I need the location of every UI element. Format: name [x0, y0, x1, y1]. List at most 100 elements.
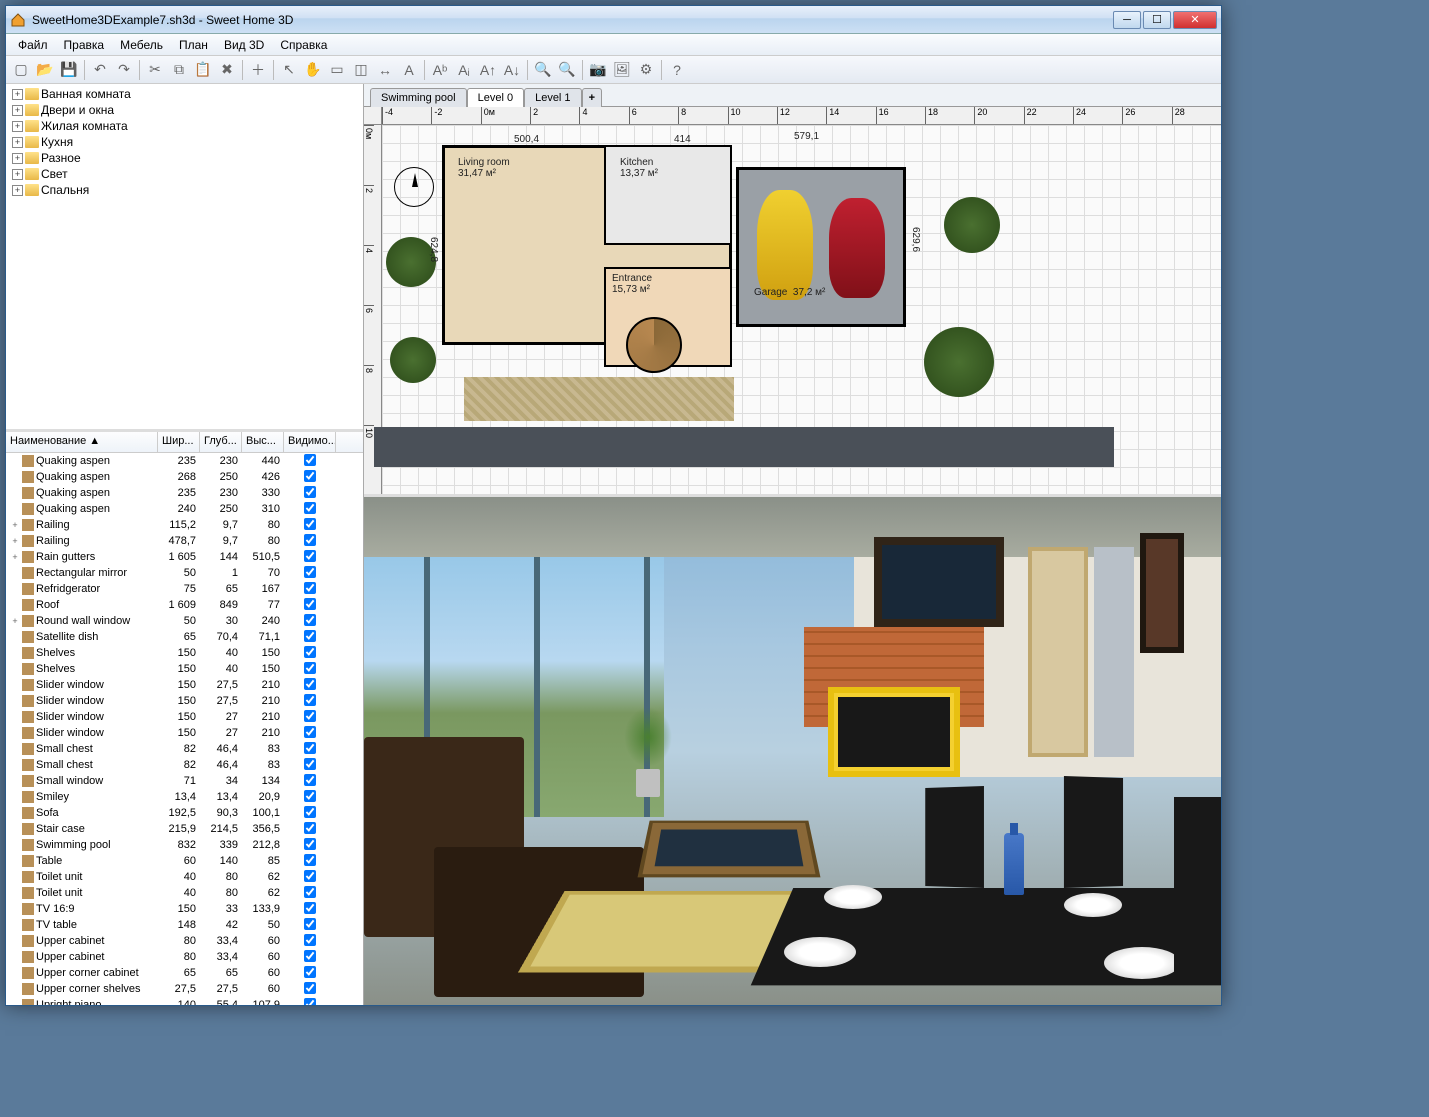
visible-checkbox[interactable] — [304, 646, 316, 658]
visible-checkbox[interactable] — [304, 950, 316, 962]
visible-checkbox[interactable] — [304, 470, 316, 482]
furniture-row[interactable]: Small window7134134 — [6, 773, 363, 789]
visible-checkbox[interactable] — [304, 726, 316, 738]
delete-button[interactable]: ✖ — [216, 59, 238, 81]
text-italic-button[interactable]: Aᵢ — [453, 59, 475, 81]
add-furniture-button[interactable]: ＋ — [247, 59, 269, 81]
plan-tab[interactable]: Swimming pool — [370, 88, 467, 107]
visible-checkbox[interactable] — [304, 614, 316, 626]
car-red[interactable] — [829, 198, 885, 298]
furniture-row[interactable]: Swimming pool832339212,8 — [6, 837, 363, 853]
visible-checkbox[interactable] — [304, 854, 316, 866]
visible-checkbox[interactable] — [304, 758, 316, 770]
new-file-button[interactable]: ▢ — [10, 59, 32, 81]
visible-checkbox[interactable] — [304, 534, 316, 546]
create-dimensions-button[interactable]: ↔ — [374, 59, 396, 81]
copy-button[interactable]: ⧉ — [168, 59, 190, 81]
expand-icon[interactable]: + — [12, 137, 23, 148]
view-3d[interactable]: ✥ — [364, 497, 1221, 1005]
pool-area[interactable] — [374, 427, 1114, 467]
visible-checkbox[interactable] — [304, 838, 316, 850]
maximize-button[interactable]: ☐ — [1143, 11, 1171, 29]
expand-icon[interactable]: + — [10, 552, 20, 562]
bush[interactable] — [390, 337, 436, 383]
col-header-height[interactable]: Выс... — [242, 432, 284, 452]
furniture-row[interactable]: Smiley13,413,420,9 — [6, 789, 363, 805]
furniture-row[interactable]: Slider window15027210 — [6, 725, 363, 741]
catalog-item[interactable]: +Разное — [8, 150, 361, 166]
col-header-visible[interactable]: Видимо... — [284, 432, 336, 452]
expand-icon[interactable]: + — [12, 105, 23, 116]
furniture-row[interactable]: +Railing478,79,780 — [6, 533, 363, 549]
catalog-item[interactable]: +Ванная комната — [8, 86, 361, 102]
catalog-item[interactable]: +Жилая комната — [8, 118, 361, 134]
furniture-row[interactable]: Quaking aspen235230330 — [6, 485, 363, 501]
furniture-row[interactable]: Shelves15040150 — [6, 661, 363, 677]
increase-size-button[interactable]: A↑ — [477, 59, 499, 81]
expand-icon[interactable]: + — [12, 89, 23, 100]
bush[interactable] — [944, 197, 1000, 253]
expand-icon[interactable]: + — [10, 616, 20, 626]
furniture-row[interactable]: Stair case215,9214,5356,5 — [6, 821, 363, 837]
create-text-button[interactable]: A — [398, 59, 420, 81]
furniture-row[interactable]: Small chest8246,483 — [6, 741, 363, 757]
visible-checkbox[interactable] — [304, 934, 316, 946]
expand-icon[interactable]: + — [12, 185, 23, 196]
visible-checkbox[interactable] — [304, 742, 316, 754]
minimize-button[interactable]: ─ — [1113, 11, 1141, 29]
help-button[interactable]: ? — [666, 59, 688, 81]
terrace[interactable] — [464, 377, 734, 421]
visible-checkbox[interactable] — [304, 902, 316, 914]
paste-button[interactable]: 📋 — [192, 59, 214, 81]
menu-Справка[interactable]: Справка — [272, 36, 335, 54]
furniture-row[interactable]: Satellite dish6570,471,1 — [6, 629, 363, 645]
create-walls-button[interactable]: ▭ — [326, 59, 348, 81]
furniture-row[interactable]: +Rain gutters1 605144510,5 — [6, 549, 363, 565]
select-button[interactable]: ↖ — [278, 59, 300, 81]
visible-checkbox[interactable] — [304, 486, 316, 498]
catalog-item[interactable]: +Спальня — [8, 182, 361, 198]
plan-tab[interactable]: Level 1 — [524, 88, 581, 107]
open-file-button[interactable]: 📂 — [34, 59, 56, 81]
pan-button[interactable]: ✋ — [302, 59, 324, 81]
visible-checkbox[interactable] — [304, 966, 316, 978]
plan-tab[interactable]: Level 0 — [467, 88, 524, 107]
undo-button[interactable]: ↶ — [89, 59, 111, 81]
furniture-row[interactable]: Shelves15040150 — [6, 645, 363, 661]
menu-Вид 3D[interactable]: Вид 3D — [216, 36, 272, 54]
furniture-row[interactable]: Refridgerator7565167 — [6, 581, 363, 597]
menu-Правка[interactable]: Правка — [56, 36, 113, 54]
close-button[interactable]: ✕ — [1173, 11, 1217, 29]
visible-checkbox[interactable] — [304, 566, 316, 578]
garage-room[interactable] — [736, 167, 906, 327]
visible-checkbox[interactable] — [304, 678, 316, 690]
expand-icon[interactable]: + — [12, 153, 23, 164]
furniture-row[interactable]: Quaking aspen268250426 — [6, 469, 363, 485]
visible-checkbox[interactable] — [304, 822, 316, 834]
visible-checkbox[interactable] — [304, 694, 316, 706]
catalog-item[interactable]: +Двери и окна — [8, 102, 361, 118]
decrease-size-button[interactable]: A↓ — [501, 59, 523, 81]
furniture-row[interactable]: Slider window15027,5210 — [6, 693, 363, 709]
visible-checkbox[interactable] — [304, 870, 316, 882]
visible-checkbox[interactable] — [304, 630, 316, 642]
plan-canvas[interactable]: -4-20м246810121416182022242628 0м246810 — [364, 107, 1221, 494]
create-photo-button[interactable]: 🖼 — [611, 59, 633, 81]
furniture-row[interactable]: Upper cabinet8033,460 — [6, 933, 363, 949]
furniture-row[interactable]: Quaking aspen240250310 — [6, 501, 363, 517]
furniture-row[interactable]: +Round wall window5030240 — [6, 613, 363, 629]
furniture-row[interactable]: TV table1484250 — [6, 917, 363, 933]
expand-icon[interactable]: + — [10, 536, 20, 546]
furniture-list[interactable]: Наименование ▲ Шир... Глуб... Выс... Вид… — [6, 432, 363, 1005]
menu-Мебель[interactable]: Мебель — [112, 36, 171, 54]
furniture-catalog[interactable]: +Ванная комната+Двери и окна+Жилая комна… — [6, 84, 363, 432]
visible-checkbox[interactable] — [304, 598, 316, 610]
visible-checkbox[interactable] — [304, 886, 316, 898]
furniture-row[interactable]: Table6014085 — [6, 853, 363, 869]
visible-checkbox[interactable] — [304, 790, 316, 802]
create-rooms-button[interactable]: ◫ — [350, 59, 372, 81]
zoom-in-button[interactable]: 🔍 — [556, 59, 578, 81]
expand-icon[interactable]: + — [10, 520, 20, 530]
staircase[interactable] — [626, 317, 682, 373]
visible-checkbox[interactable] — [304, 918, 316, 930]
